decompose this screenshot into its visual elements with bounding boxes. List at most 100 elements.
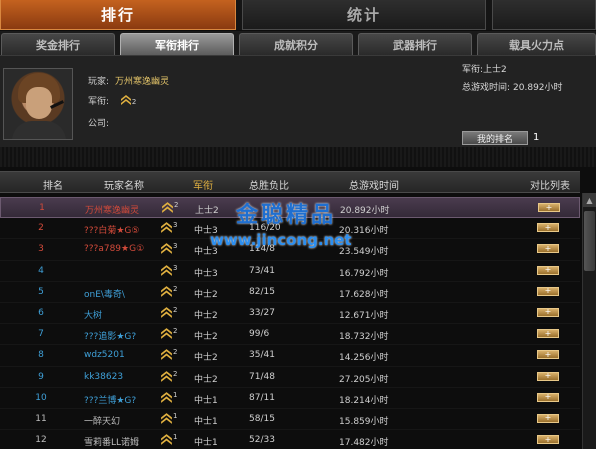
row-total-time: 20.892小时 <box>340 206 390 216</box>
rank-level: 1 <box>173 411 178 420</box>
compare-add-button[interactable]: + <box>537 371 559 381</box>
chevron-rank-icon: 2 <box>160 285 177 301</box>
compare-add-button[interactable]: + <box>537 350 559 360</box>
chevron-rank-icon: 3 <box>160 242 177 258</box>
row-win-loss: 87/11 <box>249 392 275 403</box>
ranking-table: 1 万州寒逸幽灵 上士2 20.892小时 2 +2 ???白菊★G⑤ 中士3 116/20 20… <box>0 197 580 449</box>
scroll-up-icon[interactable]: ▲ <box>583 193 596 207</box>
row-rank: 11 <box>35 413 47 424</box>
compare-add-button[interactable]: + <box>537 307 559 317</box>
player-name-row: 玩家: 万州寒逸幽灵 <box>88 77 170 87</box>
row-total-time: 14.256小时 <box>339 353 389 364</box>
header-compare-list: 对比列表 <box>530 181 570 192</box>
compare-add-button[interactable]: + <box>537 329 559 339</box>
table-row[interactable]: 8 wdz5201 中士2 35/41 14.256小时 2 + <box>0 345 580 367</box>
rank-level: 1 <box>173 433 178 442</box>
scrollbar[interactable]: ▲ <box>582 193 596 449</box>
header-rank: 排名 <box>43 181 63 192</box>
row-rank: 5 <box>38 286 44 297</box>
table-row[interactable]: 12 雪莉番LL诺姆 中士1 52/33 17.482小时 1 + <box>0 430 580 449</box>
table-row[interactable]: 10 ???兰博★G? 中士1 87/11 18.214小时 1 + <box>0 388 580 409</box>
row-military-rank: 中士2 <box>194 310 218 321</box>
row-win-loss: 82/15 <box>249 286 275 297</box>
row-rank: 3 <box>38 244 44 255</box>
row-military-rank: 中士1 <box>194 438 218 449</box>
player-name: 万州寒逸幽灵 <box>115 77 170 87</box>
summary-time: 总游戏时间: 20.892小时 <box>462 83 563 93</box>
tab-vehicle-firepower[interactable]: 载具火力点 <box>477 33 596 55</box>
rank-level: 2 <box>174 201 179 209</box>
chevron-rank-icon: 2 <box>160 370 177 386</box>
table-row[interactable]: 4 中士3 73/41 16.792小时 3 + <box>0 261 580 282</box>
row-rank: 1 <box>39 203 45 213</box>
compare-add-button[interactable]: + <box>537 413 559 423</box>
chevron-rank-icon: 3 <box>160 264 177 280</box>
scroll-thumb[interactable] <box>584 211 595 271</box>
rank-level: 2 <box>173 284 178 293</box>
row-military-rank: 中士2 <box>194 374 218 385</box>
compare-add-button[interactable]: + <box>537 286 559 296</box>
table-row[interactable]: 1 万州寒逸幽灵 上士2 20.892小时 2 + <box>0 197 580 219</box>
compare-add-button[interactable]: + <box>537 392 559 402</box>
compare-add-button[interactable]: + <box>537 435 559 445</box>
row-win-loss: 33/27 <box>249 307 275 318</box>
rank-level: 2 <box>173 369 178 378</box>
row-rank: 8 <box>38 350 44 361</box>
row-win-loss: 114/8 <box>249 244 275 255</box>
row-player-name: kk38623 <box>84 371 124 382</box>
table-row[interactable]: 9 kk38623 中士2 71/48 27.205小时 2 + <box>0 367 580 388</box>
chevron-rank-icon: 1 <box>160 433 177 449</box>
row-rank: 2 <box>38 223 44 234</box>
row-total-time: 12.671小时 <box>339 310 389 321</box>
rank-level: 3 <box>173 263 178 272</box>
compare-add-button[interactable]: + <box>538 203 560 212</box>
row-total-time: 17.628小时 <box>339 289 389 300</box>
row-total-time: 16.792小时 <box>339 268 389 279</box>
header-win-loss[interactable]: 总胜负比 <box>249 177 289 192</box>
tab-statistics[interactable]: 统计 <box>242 0 486 30</box>
table-row[interactable]: 11 一醉天幻 中士1 58/15 15.859小时 1 + <box>0 409 580 431</box>
compare-add-button[interactable]: + <box>537 244 559 254</box>
header-military-rank[interactable]: 军衔 <box>193 177 213 192</box>
compare-add-button[interactable]: + <box>537 265 559 275</box>
table-row[interactable]: 3 ???a789★G① 中士3 114/8 23.549小时 3 + <box>0 239 580 261</box>
my-rank-button[interactable]: 我的排名 <box>462 131 528 145</box>
row-military-rank: 中士2 <box>194 289 218 300</box>
my-rank-value: 1 <box>533 132 540 143</box>
row-total-time: 18.732小时 <box>339 332 389 343</box>
row-total-time: 18.214小时 <box>339 395 389 406</box>
header-total-time[interactable]: 总游戏时间 <box>349 177 399 192</box>
chevron-rank-icon: 1 <box>160 391 177 407</box>
rank-level: 2 <box>173 348 178 357</box>
row-total-time: 27.205小时 <box>339 374 389 385</box>
row-win-loss: 58/15 <box>249 413 275 424</box>
row-rank: 6 <box>38 307 44 318</box>
chevron-rank-icon: 1 <box>160 412 177 428</box>
row-military-rank: 中士1 <box>194 395 218 406</box>
tab-ranking[interactable]: 排行 <box>0 0 236 30</box>
row-total-time: 15.859小时 <box>339 416 389 427</box>
row-win-loss: 35/41 <box>249 350 275 361</box>
compare-add-button[interactable]: + <box>537 223 559 233</box>
table-row[interactable]: 6 大树 中士2 33/27 12.671小时 2 + <box>0 303 580 325</box>
rank-level: 3 <box>173 221 178 230</box>
chevron-rank-icon: 2 <box>160 348 177 364</box>
table-row[interactable]: 7 ???追影★G? 中士2 99/6 18.732小时 2 + <box>0 324 580 346</box>
tab-bonus-ranking[interactable]: 奖金排行 <box>1 33 115 55</box>
tab-achievement-points[interactable]: 成就积分 <box>239 33 353 55</box>
row-player-name: 万州寒逸幽灵 <box>85 206 140 216</box>
row-military-rank: 中士1 <box>194 416 218 427</box>
row-military-rank: 中士3 <box>194 247 218 258</box>
row-win-loss: 116/20 <box>249 223 281 234</box>
tab-military-rank-ranking[interactable]: 军衔排行 <box>120 33 234 55</box>
player-panel: 玩家: 万州寒逸幽灵 军衔: 2 公司: 军衔:上士2 总游戏时间: 20.892小… <box>0 55 596 147</box>
row-military-rank: 中士2 <box>194 353 218 364</box>
chevron-rank-icon <box>120 94 132 109</box>
tab-weapon-ranking[interactable]: 武器排行 <box>358 33 472 55</box>
table-row[interactable]: 5 onE\毒奇\ 中士2 82/15 17.628小时 2 + <box>0 282 580 303</box>
row-win-loss: 73/41 <box>249 265 275 276</box>
row-total-time: 23.549小时 <box>339 247 389 258</box>
tab-extra[interactable] <box>492 0 596 30</box>
table-row[interactable]: 2 ???白菊★G⑤ 中士3 116/20 20.316小时 3 + <box>0 218 580 240</box>
divider <box>0 147 596 167</box>
